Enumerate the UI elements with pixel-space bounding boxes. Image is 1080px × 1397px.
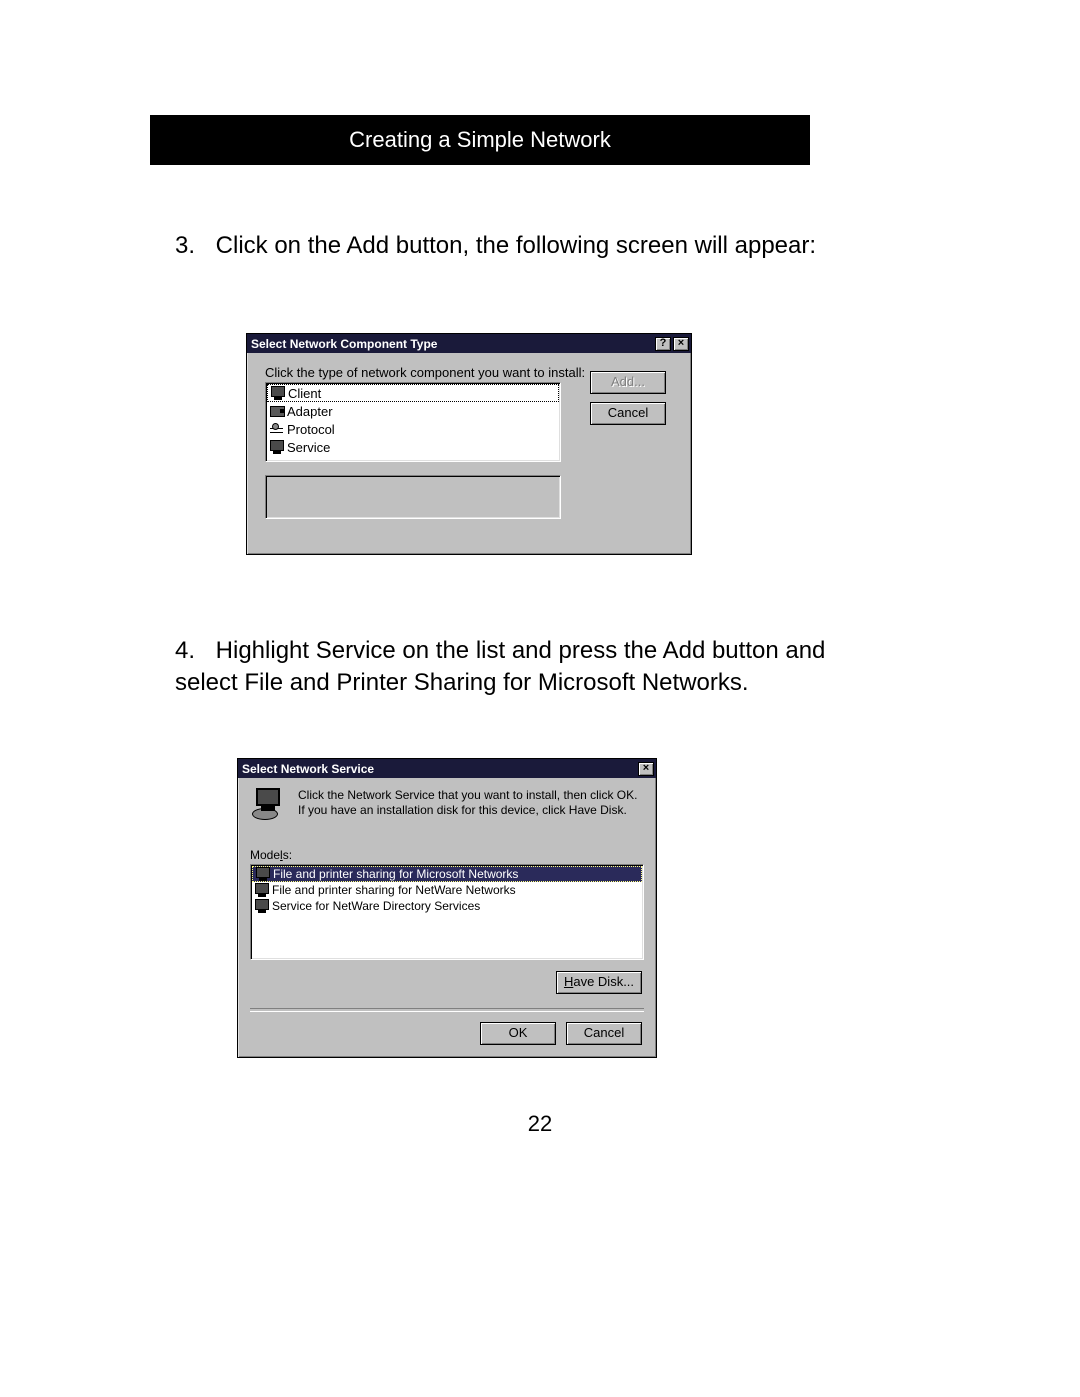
manual-page: Creating a Simple Network 3. Click on th… bbox=[0, 0, 1080, 1397]
cancel-button[interactable]: Cancel bbox=[566, 1022, 642, 1045]
list-item-label: File and printer sharing for Microsoft N… bbox=[273, 867, 518, 881]
service-icon bbox=[269, 439, 285, 455]
ok-button[interactable]: OK bbox=[480, 1022, 556, 1045]
step-3-number: 3. bbox=[175, 230, 209, 262]
dialog1-titlebar: Select Network Component Type ? × bbox=[247, 334, 691, 353]
model-item-netware-file-print-sharing[interactable]: File and printer sharing for NetWare Net… bbox=[252, 882, 642, 898]
protocol-icon bbox=[269, 421, 285, 437]
list-item-label: Client bbox=[288, 386, 321, 401]
service-icon bbox=[254, 898, 270, 914]
list-item-label: Service for NetWare Directory Services bbox=[272, 899, 480, 913]
component-type-listbox[interactable]: Client Adapter Protocol Service bbox=[265, 382, 561, 462]
step-4-number: 4. bbox=[175, 635, 209, 667]
list-item-label: Protocol bbox=[287, 422, 335, 437]
models-label-pre: Mode bbox=[250, 848, 280, 862]
model-item-netware-directory-services[interactable]: Service for NetWare Directory Services bbox=[252, 898, 642, 914]
have-disk-label-rest: ave Disk... bbox=[573, 974, 634, 989]
close-button[interactable]: × bbox=[638, 762, 654, 776]
list-item-label: Adapter bbox=[287, 404, 333, 419]
help-button[interactable]: ? bbox=[655, 337, 671, 351]
models-label: Models: bbox=[250, 848, 292, 862]
service-icon bbox=[254, 882, 270, 898]
section-header: Creating a Simple Network bbox=[150, 115, 810, 165]
list-item-label: Service bbox=[287, 440, 330, 455]
dialog1-title: Select Network Component Type bbox=[251, 337, 653, 351]
list-item-protocol[interactable]: Protocol bbox=[267, 420, 559, 438]
select-network-component-type-dialog: Select Network Component Type ? × Click … bbox=[246, 333, 692, 555]
dialog2-titlebar: Select Network Service × bbox=[238, 759, 656, 778]
dialog2-instruction: Click the Network Service that you want … bbox=[298, 788, 638, 818]
step-4: 4. Highlight Service on the list and pre… bbox=[175, 635, 875, 700]
network-service-icon bbox=[252, 788, 288, 820]
dialog2-divider bbox=[250, 1008, 644, 1012]
have-disk-button[interactable]: Have Disk... bbox=[556, 971, 642, 994]
models-label-post: s: bbox=[283, 848, 292, 862]
list-item-label: File and printer sharing for NetWare Net… bbox=[272, 883, 516, 897]
list-item-service[interactable]: Service bbox=[267, 438, 559, 456]
dialog2-body: Click the Network Service that you want … bbox=[238, 778, 656, 1057]
client-icon bbox=[270, 385, 286, 401]
models-listbox[interactable]: File and printer sharing for Microsoft N… bbox=[250, 864, 644, 960]
page-number: 22 bbox=[0, 1111, 1080, 1137]
list-item-client[interactable]: Client bbox=[267, 384, 559, 402]
model-item-ms-file-print-sharing[interactable]: File and printer sharing for Microsoft N… bbox=[252, 866, 642, 882]
adapter-icon bbox=[269, 403, 285, 419]
step-3-text: Click on the Add button, the following s… bbox=[216, 232, 816, 259]
select-network-service-dialog: Select Network Service × Click the Netwo… bbox=[237, 758, 657, 1058]
dialog1-body: Click the type of network component you … bbox=[247, 353, 691, 472]
component-description-panel bbox=[265, 475, 561, 519]
list-item-adapter[interactable]: Adapter bbox=[267, 402, 559, 420]
dialog2-title: Select Network Service bbox=[242, 762, 636, 776]
close-button[interactable]: × bbox=[673, 337, 689, 351]
add-button[interactable]: Add... bbox=[590, 371, 666, 394]
step-3: 3. Click on the Add button, the followin… bbox=[175, 230, 875, 262]
service-icon bbox=[255, 866, 271, 882]
step-4-text: Highlight Service on the list and press … bbox=[175, 637, 825, 696]
cancel-button[interactable]: Cancel bbox=[590, 402, 666, 425]
